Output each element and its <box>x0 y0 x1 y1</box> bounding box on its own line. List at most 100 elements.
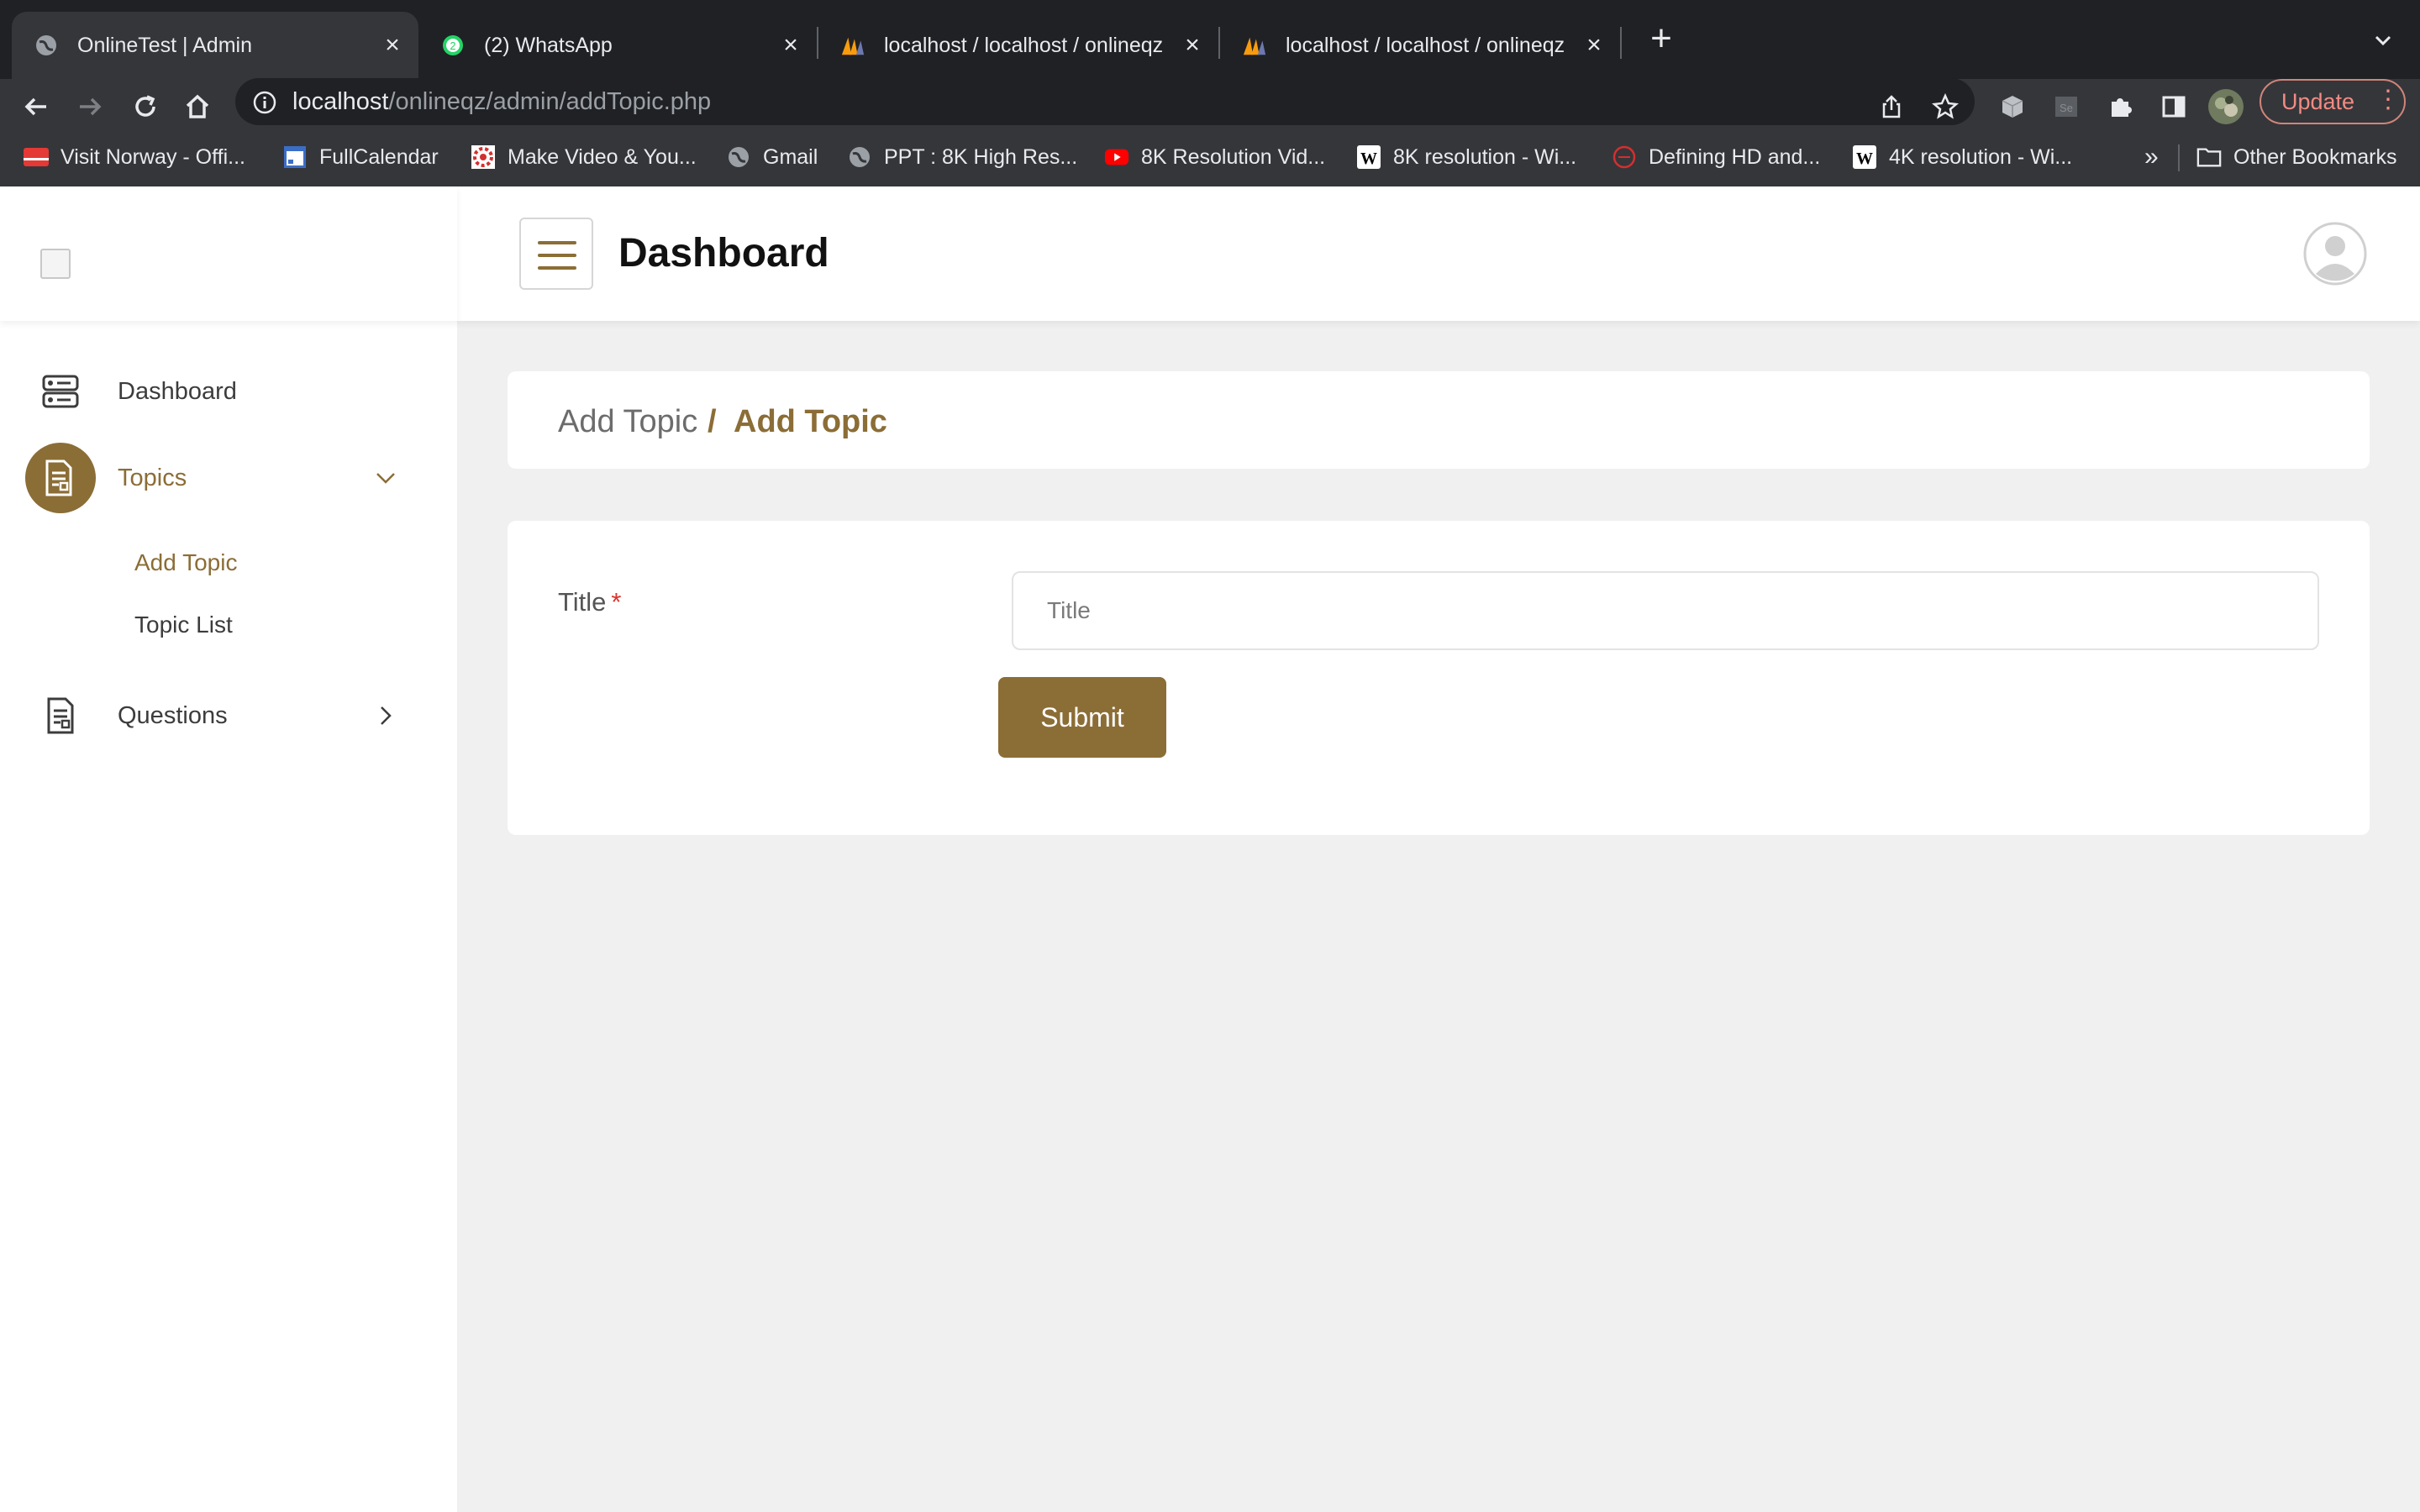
wikipedia-icon: W <box>1852 144 1877 170</box>
back-icon[interactable] <box>15 86 57 128</box>
submit-button[interactable]: Submit <box>998 677 1166 758</box>
bookmarks-overflow-button[interactable]: » <box>2144 143 2159 171</box>
video-icon <box>471 144 496 170</box>
extensions-puzzle-icon[interactable] <box>2099 86 2141 128</box>
chevron-down-icon <box>373 465 398 491</box>
svg-text:W: W <box>1360 150 1377 168</box>
tab-phpmyadmin-1[interactable]: localhost / localhost / onlineqz × <box>818 12 1218 79</box>
document-icon <box>35 454 82 501</box>
svg-text:Se: Se <box>2060 102 2073 114</box>
close-tab-icon[interactable]: × <box>1178 31 1207 60</box>
sidebar-item-label: Dashboard <box>118 377 237 405</box>
folder-icon <box>2196 144 2222 170</box>
bookmark-label: FullCalendar <box>319 144 439 169</box>
side-panel-icon[interactable] <box>2153 86 2195 128</box>
bookmark-item[interactable]: Gmail <box>726 141 818 173</box>
hamburger-line <box>538 241 576 244</box>
title-input[interactable] <box>1012 571 2319 650</box>
hamburger-line <box>538 266 576 270</box>
bookmark-star-icon[interactable] <box>1924 86 1966 128</box>
broken-logo-image[interactable] <box>40 249 71 279</box>
dashboard-icon <box>37 368 84 415</box>
tab-title: localhost / localhost / onlineqz <box>1286 33 1565 57</box>
url-path: /onlineqz/admin/addTopic.php <box>388 88 712 115</box>
url-host: localhost <box>292 88 389 115</box>
chevron-right-icon <box>373 703 398 728</box>
tab-title: localhost / localhost / onlineqz <box>884 33 1164 57</box>
phpmyadmin-icon <box>840 33 865 58</box>
hd-icon <box>1612 144 1637 170</box>
norway-flag-icon <box>24 144 49 170</box>
tab-whatsapp[interactable]: 2 (2) WhatsApp × <box>418 12 817 79</box>
profile-avatar-icon[interactable] <box>2205 86 2247 128</box>
reload-icon[interactable] <box>124 86 166 128</box>
svg-text:W: W <box>1856 150 1873 168</box>
close-tab-icon[interactable]: × <box>378 31 407 60</box>
breadcrumb-parent[interactable]: Add Topic <box>558 403 697 440</box>
sidebar-item-dashboard[interactable]: Dashboard <box>0 368 457 415</box>
bookmarks-separator <box>2178 144 2180 171</box>
bookmark-label: 4K resolution - Wi... <box>1889 144 2073 169</box>
update-button[interactable]: Update ⋮ <box>2260 79 2406 124</box>
kebab-menu-icon[interactable]: ⋮ <box>2375 81 2401 119</box>
tab-phpmyadmin-2[interactable]: localhost / localhost / onlineqz × <box>1220 12 1620 79</box>
breadcrumb-separator: / <box>708 404 717 439</box>
bookmark-label: Other Bookmarks <box>2233 144 2397 169</box>
sidebar-subitem-topic-list[interactable]: Topic List <box>134 612 233 638</box>
bookmark-item[interactable]: PPT : 8K High Res... <box>847 141 1077 173</box>
user-avatar-icon[interactable] <box>2303 222 2367 286</box>
bookmark-item[interactable]: W 8K resolution - Wi... <box>1356 141 1576 173</box>
home-icon[interactable] <box>176 86 218 128</box>
bookmark-label: PPT : 8K High Res... <box>884 144 1078 169</box>
bookmark-item[interactable]: FullCalendar <box>282 141 439 173</box>
svg-text:2: 2 <box>450 39 455 52</box>
breadcrumb-current: Add Topic <box>734 404 887 439</box>
tab-title: OnlineTest | Admin <box>77 33 252 57</box>
add-topic-form-card <box>508 521 2370 835</box>
sidebar-item-label: Topics <box>118 464 187 491</box>
globe-icon <box>34 33 59 58</box>
tab-title: (2) WhatsApp <box>484 33 613 57</box>
whatsapp-icon: 2 <box>440 33 466 58</box>
wikipedia-icon: W <box>1356 144 1381 170</box>
url-text[interactable]: localhost/onlineqz/admin/addTopic.php <box>292 85 711 118</box>
title-field-label: Title * <box>558 586 622 618</box>
bookmark-label: 8K resolution - Wi... <box>1393 144 1577 169</box>
bookmark-label: 8K Resolution Vid... <box>1141 144 1326 169</box>
youtube-icon <box>1104 144 1129 170</box>
bookmark-label: Make Video & You... <box>508 144 697 169</box>
bookmark-item[interactable]: W 4K resolution - Wi... <box>1852 141 2072 173</box>
sidebar-item-topics[interactable]: Topics <box>0 454 457 501</box>
sidebar-item-questions[interactable]: Questions <box>0 692 457 739</box>
globe-icon <box>726 144 751 170</box>
calendar-icon <box>282 144 308 170</box>
bookmark-item[interactable]: Make Video & You... <box>471 141 697 173</box>
globe-icon <box>847 144 872 170</box>
tab-onlinetest-admin[interactable]: OnlineTest | Admin × <box>12 12 418 79</box>
extension-cube-icon[interactable] <box>1991 86 2033 128</box>
close-tab-icon[interactable]: × <box>1580 31 1608 60</box>
share-icon[interactable] <box>1870 86 1912 128</box>
site-info-icon[interactable] <box>252 90 277 115</box>
bookmark-item[interactable]: Defining HD and... <box>1612 141 1820 173</box>
other-bookmarks-folder[interactable]: Other Bookmarks <box>2196 141 2397 173</box>
sidebar-subitem-add-topic[interactable]: Add Topic <box>134 549 237 576</box>
update-label: Update <box>2281 89 2355 114</box>
bookmark-label: Gmail <box>763 144 818 169</box>
forward-icon[interactable] <box>69 86 111 128</box>
tab-separator <box>1620 27 1622 59</box>
bookmark-label: Defining HD and... <box>1649 144 1821 169</box>
title-label-text: Title <box>558 587 607 617</box>
new-tab-button[interactable]: + <box>1643 20 1680 59</box>
document-icon <box>37 692 84 739</box>
tab-search-chevron-icon[interactable] <box>2368 25 2398 55</box>
hamburger-menu-button[interactable] <box>519 218 593 290</box>
sidebar-item-label: Questions <box>118 701 228 729</box>
required-asterisk: * <box>611 587 622 617</box>
bookmark-label: Visit Norway - Offi... <box>60 144 245 169</box>
extension-selenium-icon[interactable]: Se <box>2045 86 2087 128</box>
close-tab-icon[interactable]: × <box>776 31 805 60</box>
phpmyadmin-icon <box>1242 33 1267 58</box>
bookmark-item[interactable]: Visit Norway - Offi... <box>24 141 245 173</box>
bookmark-item[interactable]: 8K Resolution Vid... <box>1104 141 1325 173</box>
